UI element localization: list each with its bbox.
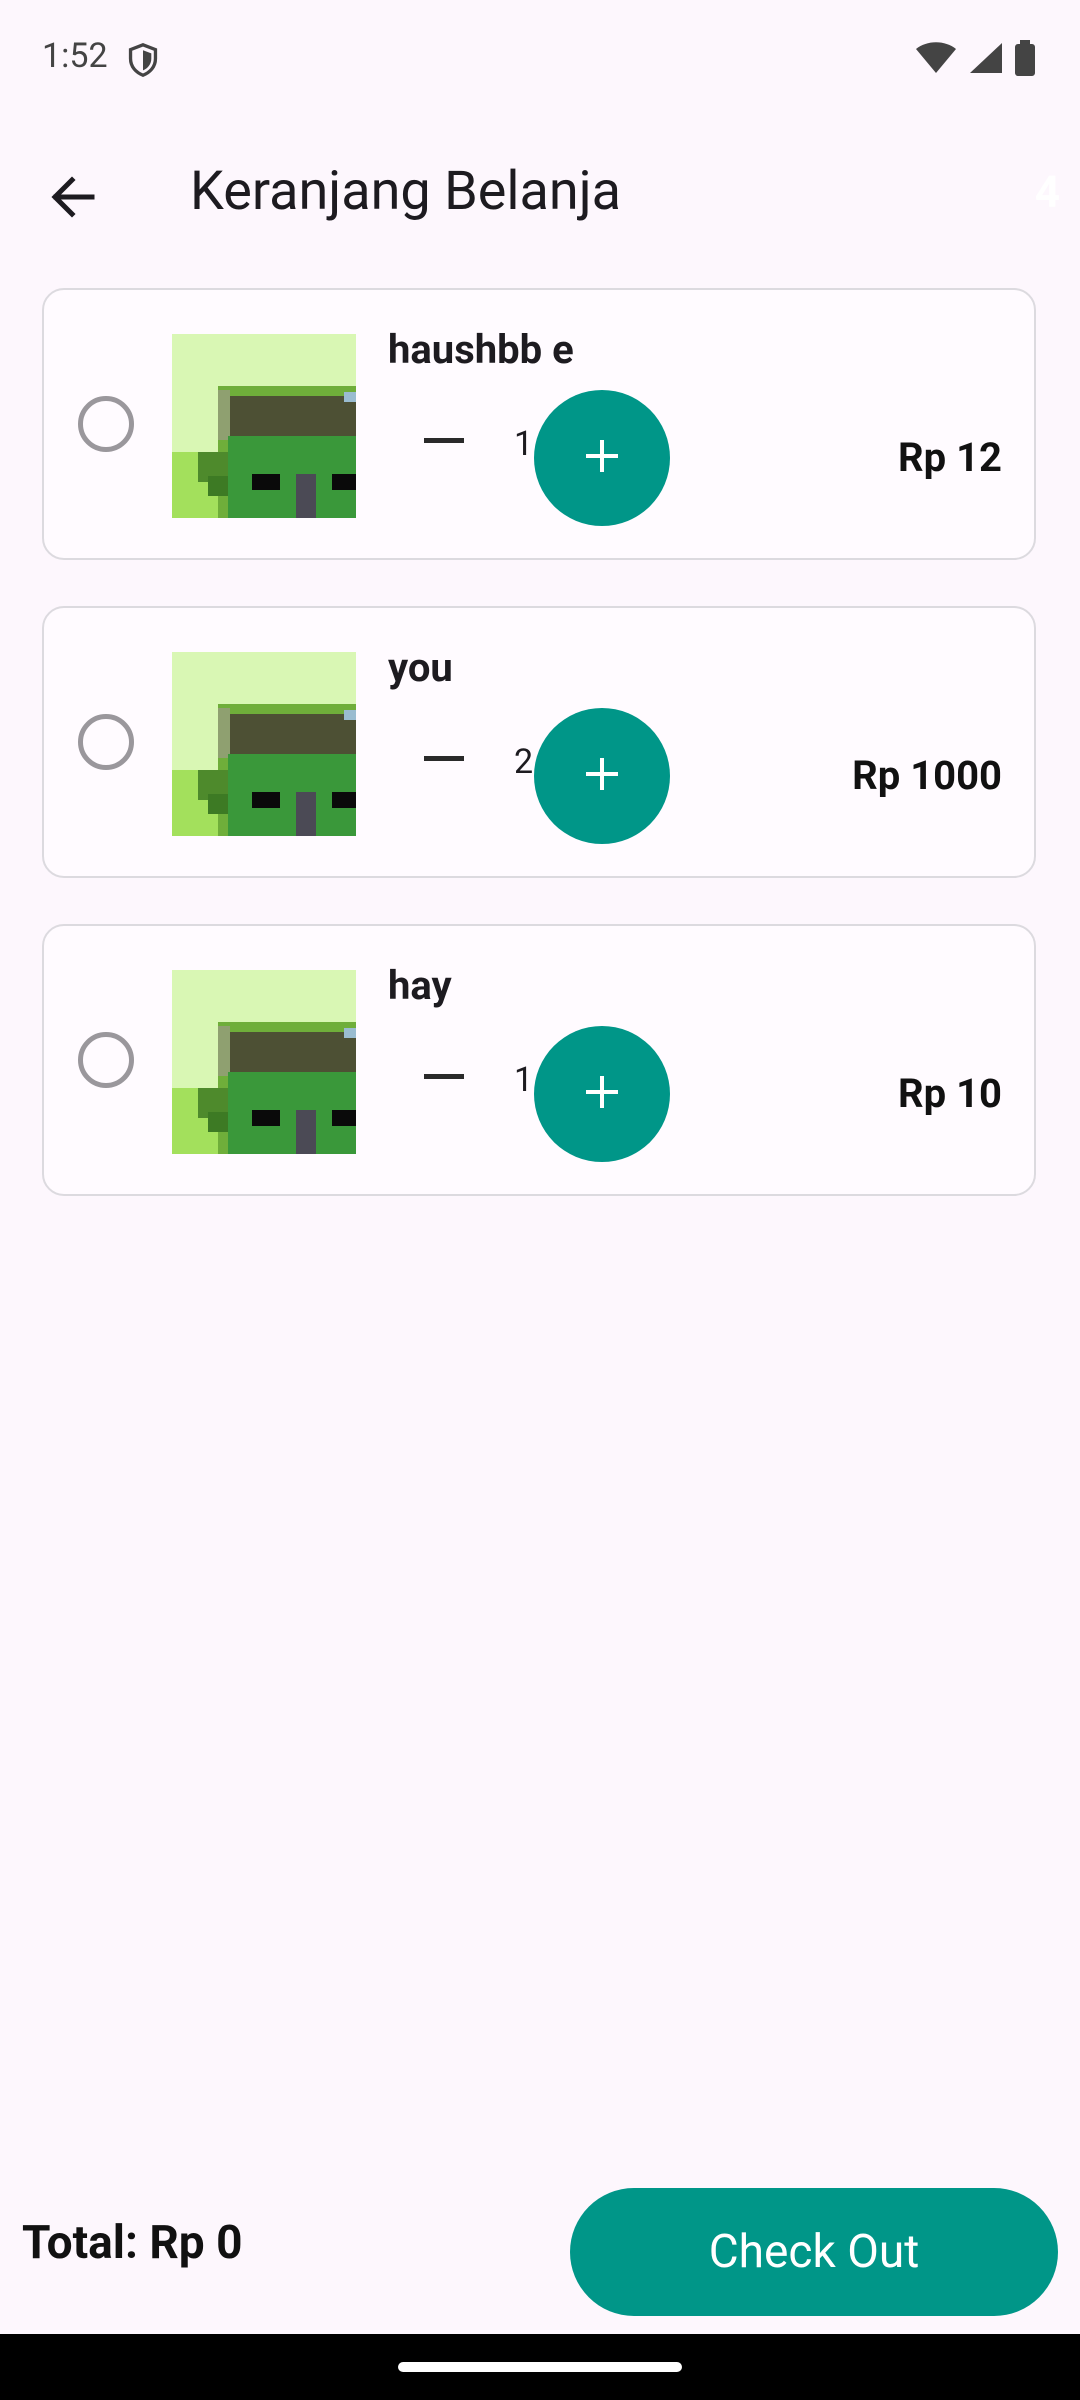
increase-quantity-button[interactable]	[534, 390, 670, 526]
minus-icon	[424, 756, 464, 761]
product-name: haushbb e	[388, 326, 574, 373]
quantity-value: 1	[514, 1060, 534, 1100]
plus-icon	[584, 756, 620, 796]
increase-quantity-button[interactable]	[534, 708, 670, 844]
back-button[interactable]	[30, 156, 116, 242]
battery-icon	[1014, 40, 1036, 80]
app-bar: Keranjang Belanja 4	[0, 120, 1080, 266]
product-price: Rp 10	[898, 1070, 1002, 1117]
product-price: Rp 12	[898, 434, 1002, 481]
wifi-icon	[914, 41, 958, 79]
product-name: hay	[388, 962, 452, 1009]
cart-count-badge: 4	[1034, 166, 1060, 218]
plus-icon	[584, 1074, 620, 1114]
select-radio[interactable]	[78, 396, 134, 452]
cart-item-card: you 2 Rp 1000	[42, 606, 1036, 878]
product-price: Rp 1000	[852, 752, 1002, 799]
select-radio[interactable]	[78, 714, 134, 770]
cart-item-card: haushbb e 1 Rp 12	[42, 288, 1036, 560]
cart-item-card: hay 1 Rp 10	[42, 924, 1036, 1196]
signal-icon	[968, 41, 1004, 79]
status-icons	[914, 40, 1036, 80]
plus-icon	[584, 438, 620, 478]
page-title: Keranjang Belanja	[190, 160, 621, 223]
system-navigation-bar	[0, 2334, 1080, 2400]
arrow-back-icon	[48, 172, 98, 226]
cart-list: haushbb e 1 Rp 12 you 2 Rp 1000 hay 1 Rp…	[42, 288, 1038, 1242]
product-thumbnail	[172, 334, 356, 518]
checkout-button[interactable]: Check Out	[570, 2188, 1058, 2316]
home-gesture-handle[interactable]	[398, 2362, 682, 2372]
total-amount: Total: Rp 0	[22, 2216, 243, 2270]
minus-icon	[424, 1074, 464, 1079]
select-radio[interactable]	[78, 1032, 134, 1088]
checkout-bar: Total: Rp 0 Check Out	[0, 2180, 1080, 2330]
increase-quantity-button[interactable]	[534, 1026, 670, 1162]
product-thumbnail	[172, 970, 356, 1154]
quantity-value: 1	[514, 424, 534, 464]
minus-icon	[424, 438, 464, 443]
product-thumbnail	[172, 652, 356, 836]
shield-icon	[126, 42, 160, 82]
quantity-value: 2	[514, 742, 534, 782]
status-time: 1:52	[42, 36, 108, 76]
product-name: you	[388, 644, 453, 691]
status-bar: 1:52	[0, 0, 1080, 120]
